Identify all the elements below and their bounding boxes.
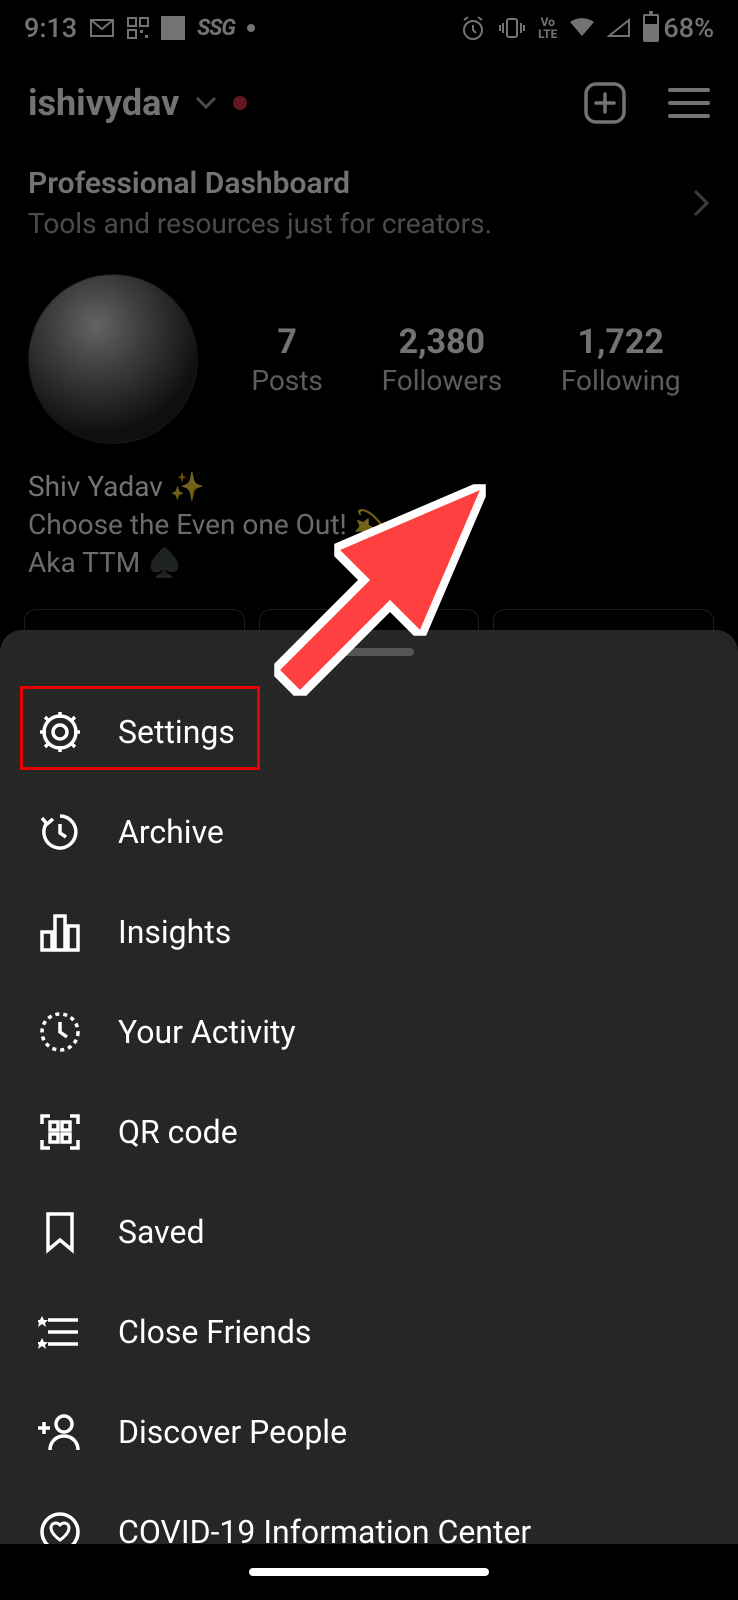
- followers-stat[interactable]: 2,380 Followers: [382, 322, 503, 397]
- wifi-icon: [569, 18, 595, 38]
- menu-item-saved[interactable]: Saved: [0, 1182, 738, 1282]
- username-text: ishivydav: [28, 82, 179, 124]
- vibrate-icon: [498, 17, 526, 39]
- menu-item-settings[interactable]: Settings: [0, 682, 738, 782]
- status-bar: 9:13 SSG Vo LTE: [0, 0, 738, 56]
- menu-label: Discover People: [118, 1413, 347, 1451]
- menu-label: Settings: [118, 713, 235, 751]
- archive-icon: [36, 808, 84, 856]
- battery-text: 68%: [663, 12, 714, 44]
- sheet-drag-handle[interactable]: [324, 648, 414, 656]
- posts-stat[interactable]: 7 Posts: [251, 322, 323, 397]
- menu-label: Saved: [118, 1213, 204, 1251]
- menu-label: QR code: [118, 1113, 238, 1151]
- menu-item-your-activity[interactable]: Your Activity: [0, 982, 738, 1082]
- professional-dashboard-row[interactable]: Professional Dashboard Tools and resourc…: [0, 142, 738, 264]
- chevron-down-icon: [195, 96, 217, 110]
- system-nav-bar: [0, 1544, 738, 1600]
- app-status-icon: [161, 16, 185, 40]
- alarm-icon: [460, 15, 486, 41]
- username-dropdown[interactable]: ishivydav: [28, 82, 247, 124]
- discover-people-icon: [36, 1408, 84, 1456]
- hamburger-menu-button[interactable]: [668, 86, 710, 120]
- activity-icon: [36, 1008, 84, 1056]
- qr-code-icon: [36, 1108, 84, 1156]
- qr-status-icon: [127, 17, 149, 39]
- gear-icon: [36, 708, 84, 756]
- battery-icon: [643, 14, 659, 42]
- bio-line: Aka TTM ♠️: [28, 544, 710, 582]
- display-name: Shiv Yadav ✨: [28, 468, 710, 506]
- bar-chart-icon: [36, 908, 84, 956]
- notification-dot-icon: [247, 24, 255, 32]
- menu-label: Close Friends: [118, 1313, 311, 1351]
- menu-label: Insights: [118, 913, 231, 951]
- menu-label: Archive: [118, 813, 224, 851]
- home-indicator[interactable]: [249, 1568, 489, 1576]
- menu-item-insights[interactable]: Insights: [0, 882, 738, 982]
- create-button[interactable]: [582, 80, 628, 126]
- menu-item-qr-code[interactable]: QR code: [0, 1082, 738, 1182]
- plus-square-icon: [582, 80, 628, 126]
- clock-text: 9:13: [24, 12, 77, 44]
- chevron-right-icon: [692, 188, 710, 218]
- ssg-text: SSG: [197, 16, 235, 41]
- menu-item-archive[interactable]: Archive: [0, 782, 738, 882]
- bio: Shiv Yadav ✨ Choose the Even one Out! 💫 …: [0, 444, 738, 597]
- volte-icon: Vo LTE: [538, 16, 557, 40]
- following-stat[interactable]: 1,722 Following: [561, 322, 681, 397]
- hamburger-icon: [668, 86, 710, 120]
- bio-line: Choose the Even one Out! 💫: [28, 506, 710, 544]
- menu-item-discover-people[interactable]: Discover People: [0, 1382, 738, 1482]
- menu-label: Your Activity: [118, 1013, 296, 1051]
- dashboard-subtitle: Tools and resources just for creators.: [28, 207, 492, 240]
- bookmark-icon: [36, 1208, 84, 1256]
- menu-item-close-friends[interactable]: Close Friends: [0, 1282, 738, 1382]
- options-bottom-sheet: Settings Archive Insights Your Activity: [0, 630, 738, 1544]
- notification-dot-icon: [233, 96, 247, 110]
- gmail-icon: [89, 18, 115, 38]
- signal-icon: [607, 18, 631, 38]
- avatar[interactable]: [28, 274, 198, 444]
- dashboard-title: Professional Dashboard: [28, 166, 492, 201]
- close-friends-icon: [36, 1308, 84, 1356]
